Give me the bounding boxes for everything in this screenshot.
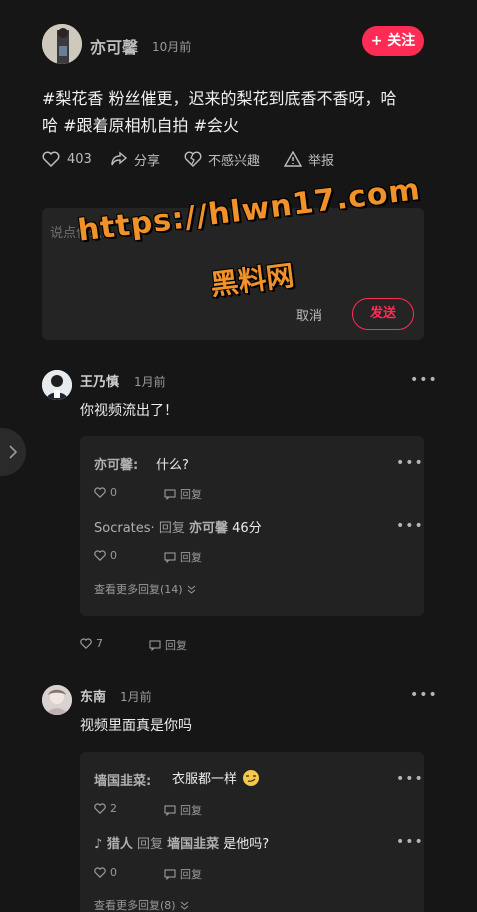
reply-reply-label: 回复	[180, 551, 202, 564]
comment-author[interactable]: 王乃慎	[80, 371, 119, 390]
reply-reply-label: 回复	[180, 488, 202, 501]
reply-header: Socrates· 回复 亦可馨 46分	[94, 517, 262, 536]
comment-like-button[interactable]: 7	[80, 637, 103, 650]
post-like-count: 403	[67, 151, 92, 167]
reply-like-button[interactable]: 0	[94, 549, 117, 562]
comment-time: 1月前	[134, 375, 166, 389]
comment-avatar[interactable]	[42, 370, 72, 400]
reply-reply-button[interactable]: 回复	[164, 549, 202, 565]
post-author-name[interactable]: 亦可馨	[90, 34, 138, 58]
author-avatar[interactable]	[42, 24, 82, 64]
heart-icon	[94, 550, 106, 561]
reply-more-button[interactable]: •••	[396, 771, 424, 787]
broken-heart-icon	[184, 151, 202, 167]
reply-text: 是他吗?	[223, 837, 270, 852]
not-interested-label: 不感兴趣	[208, 153, 261, 169]
smirk-emoji-icon	[242, 769, 260, 787]
comment-text: 视频里面真是你吗	[80, 718, 192, 734]
post-like-button[interactable]: 403	[42, 149, 92, 169]
comment-icon	[164, 551, 176, 563]
reply-text: 衣服都一样	[172, 772, 238, 787]
reply-more-button[interactable]: •••	[396, 518, 424, 534]
comment-reply-button[interactable]: 回复	[149, 637, 187, 653]
reply-target[interactable]: 墙国韭菜	[167, 837, 219, 852]
reply-thread: 墙国韭菜: 衣服都一样 ••• 2 回复 ♪ 猎人 回复 墙国韭菜 是他吗? •…	[80, 752, 424, 912]
post-time: 10月前	[152, 40, 192, 54]
heart-icon	[42, 151, 60, 167]
reply-text-row: 衣服都一样	[172, 768, 260, 787]
cancel-button[interactable]: 取消	[296, 305, 322, 324]
reply-like-button[interactable]: 0	[94, 486, 117, 499]
share-button[interactable]: 分享	[110, 149, 160, 169]
reply-more-button[interactable]: •••	[396, 834, 424, 850]
report-button[interactable]: 举报	[284, 149, 334, 169]
reply-target[interactable]: 亦可馨	[189, 521, 228, 536]
comment-author[interactable]: 东南	[80, 686, 106, 705]
post-content-line2: 哈 #跟着原相机自拍 #会火	[42, 116, 239, 135]
reply-like-count: 0	[110, 866, 117, 879]
reply-like-button[interactable]: 0	[94, 866, 117, 879]
heart-icon	[94, 487, 106, 498]
side-expand-tab[interactable]	[0, 428, 26, 476]
comment-more-button[interactable]: •••	[410, 687, 438, 703]
reply-like-count: 2	[110, 802, 117, 815]
comment-time: 1月前	[120, 690, 152, 704]
comment-icon	[149, 639, 161, 651]
not-interested-button[interactable]: 不感兴趣	[184, 149, 260, 169]
reply-author[interactable]: Socrates·	[94, 521, 155, 536]
comment-icon	[164, 488, 176, 500]
view-more-replies-button[interactable]: 查看更多回复(14)	[94, 581, 196, 597]
follow-button[interactable]: + 关注	[362, 26, 424, 56]
double-chevron-down-icon	[180, 901, 189, 910]
comment-avatar[interactable]	[42, 685, 72, 715]
view-more-replies-label: 查看更多回复(14)	[94, 583, 183, 596]
reply-reply-label: 回复	[180, 868, 202, 881]
reply-author[interactable]: 墙国韭菜:	[94, 770, 151, 789]
reply-reply-button[interactable]: 回复	[164, 866, 202, 882]
reply-reply-button[interactable]: 回复	[164, 802, 202, 818]
reply-word: 回复	[136, 837, 163, 852]
comment-like-count: 7	[96, 637, 103, 650]
comment-icon	[164, 868, 176, 880]
comment-text: 你视频流出了！	[80, 403, 178, 419]
reply-text: 什么?	[156, 458, 189, 473]
send-button[interactable]: 发送	[352, 298, 414, 330]
heart-icon	[94, 867, 106, 878]
share-label: 分享	[134, 153, 161, 169]
reply-more-button[interactable]: •••	[396, 455, 424, 471]
comment-icon	[164, 804, 176, 816]
reply-author[interactable]: ♪ 猎人	[94, 837, 133, 852]
reply-reply-button[interactable]: 回复	[164, 486, 202, 502]
comment-reply-label: 回复	[165, 639, 187, 652]
view-more-replies-label: 查看更多回复(8)	[94, 899, 176, 912]
chevron-right-icon	[8, 444, 18, 460]
reply-like-count: 0	[110, 486, 117, 499]
share-icon	[110, 151, 128, 167]
comment-more-button[interactable]: •••	[410, 372, 438, 388]
report-label: 举报	[308, 153, 335, 169]
reply-thread: 亦可馨: 什么? ••• 0 回复 Socrates· 回复 亦可馨 46分 •…	[80, 436, 424, 616]
reply-like-button[interactable]: 2	[94, 802, 117, 815]
reply-text: 46分	[232, 521, 262, 536]
reply-reply-label: 回复	[180, 804, 202, 817]
view-more-replies-button[interactable]: 查看更多回复(8)	[94, 897, 189, 912]
warning-icon	[284, 151, 302, 167]
reply-like-count: 0	[110, 549, 117, 562]
reply-header: ♪ 猎人 回复 墙国韭菜 是他吗?	[94, 833, 269, 852]
heart-icon	[94, 803, 106, 814]
double-chevron-down-icon	[187, 585, 196, 594]
post-content-line1: #梨花香 粉丝催更，迟来的梨花到底香不香呀，哈	[42, 89, 397, 108]
reply-author[interactable]: 亦可馨:	[94, 454, 138, 473]
reply-word: 回复	[158, 521, 185, 536]
heart-icon	[80, 638, 92, 649]
